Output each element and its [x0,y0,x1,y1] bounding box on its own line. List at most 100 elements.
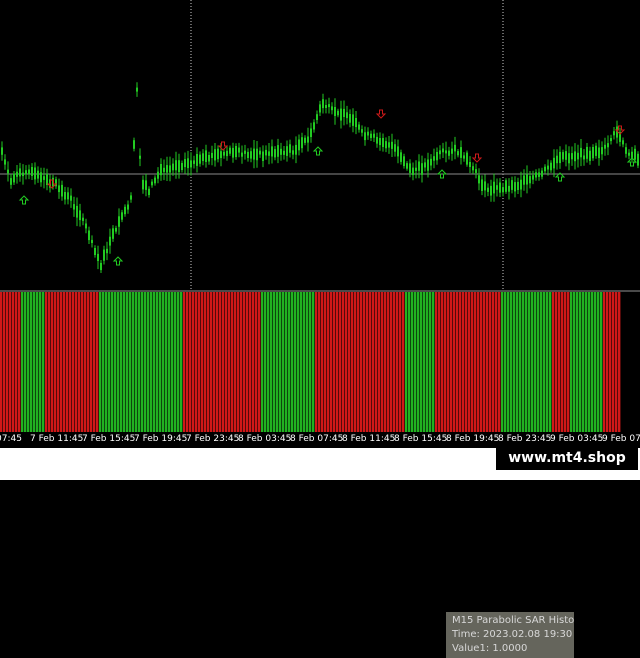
candle [262,151,264,161]
histogram-bar [312,292,315,432]
candle [556,155,558,164]
histogram-bar [159,292,162,432]
histogram-bar [60,292,63,432]
candle [292,150,294,155]
histogram-bar [345,292,348,432]
candle [148,188,150,195]
candle [613,131,615,136]
price-chart[interactable] [0,0,640,290]
histogram-bar [195,292,198,432]
sell-arrow-icon [375,109,387,119]
histogram-bar [129,292,132,432]
candle [76,205,78,218]
candle [265,149,267,156]
histogram-bar [492,292,495,432]
candle [517,181,519,190]
candle [103,249,105,261]
histogram-bar [420,292,423,432]
histogram-bar [375,292,378,432]
histogram-bar [99,292,102,432]
candle [16,171,18,177]
histogram-bar [18,292,21,432]
histogram-bar [579,292,582,432]
histogram-bar [435,292,438,432]
time-tick-label: 8 Feb 07:45 [290,434,344,444]
histogram-bar [3,292,6,432]
candle [475,169,477,173]
candle [589,150,591,161]
histogram-bar [546,292,549,432]
candle [334,107,336,116]
candle [202,153,204,161]
histogram-bar [474,292,477,432]
histogram-bar [471,292,474,432]
time-tick-label: 7 Feb 15:45 [82,434,136,444]
candle [328,104,330,108]
histogram-bar [270,292,273,432]
histogram-bar [261,292,264,432]
candle [388,142,390,148]
candle [211,152,213,158]
candle [100,262,102,271]
histogram-bar [246,292,249,432]
candle [433,156,435,161]
histogram-bar [408,292,411,432]
candle [526,174,528,185]
candle [301,137,303,149]
histogram-bar [423,292,426,432]
candle [313,122,315,130]
histogram-bar [306,292,309,432]
indicator-histogram-pane[interactable]: M15 Parabolic SAR Histo Time: 2023.02.08… [0,292,640,658]
histogram-bar [387,292,390,432]
candle [610,138,612,142]
candle [271,146,273,157]
candle [391,141,393,149]
candle [10,178,12,185]
candle [160,164,162,176]
candle [382,138,384,147]
candle [373,133,375,138]
histogram-bar [336,292,339,432]
candle [79,210,81,221]
histogram-bar [612,292,615,432]
histogram-bar [63,292,66,432]
histogram-bar [360,292,363,432]
histogram-bar [51,292,54,432]
histogram-bar [96,292,99,432]
histogram-bar [93,292,96,432]
candle [367,131,369,136]
candle [13,173,15,183]
candle [259,150,261,155]
candle [592,147,594,159]
histogram-bar [354,292,357,432]
candle [571,153,573,160]
candle [409,163,411,173]
candle [478,175,480,184]
candle [70,195,72,201]
histogram-bar [582,292,585,432]
histogram-bar [378,292,381,432]
histogram-bar [468,292,471,432]
histogram-bar [171,292,174,432]
candle [463,155,465,159]
candle [436,152,438,161]
histogram-bar [90,292,93,432]
candle [298,139,300,151]
histogram-bar [30,292,33,432]
candle [118,216,120,227]
histogram-bar [396,292,399,432]
candle [442,148,444,153]
histogram-bar [186,292,189,432]
histogram-bar [498,292,501,432]
histogram-bar [453,292,456,432]
histogram-bar [438,292,441,432]
candle [136,87,138,92]
histogram-bar [102,292,105,432]
histogram-bar [168,292,171,432]
candle [547,165,549,170]
histogram-bar [576,292,579,432]
candle [385,141,387,149]
candle [397,146,399,157]
histogram-bar [183,292,186,432]
histogram-bar [165,292,168,432]
